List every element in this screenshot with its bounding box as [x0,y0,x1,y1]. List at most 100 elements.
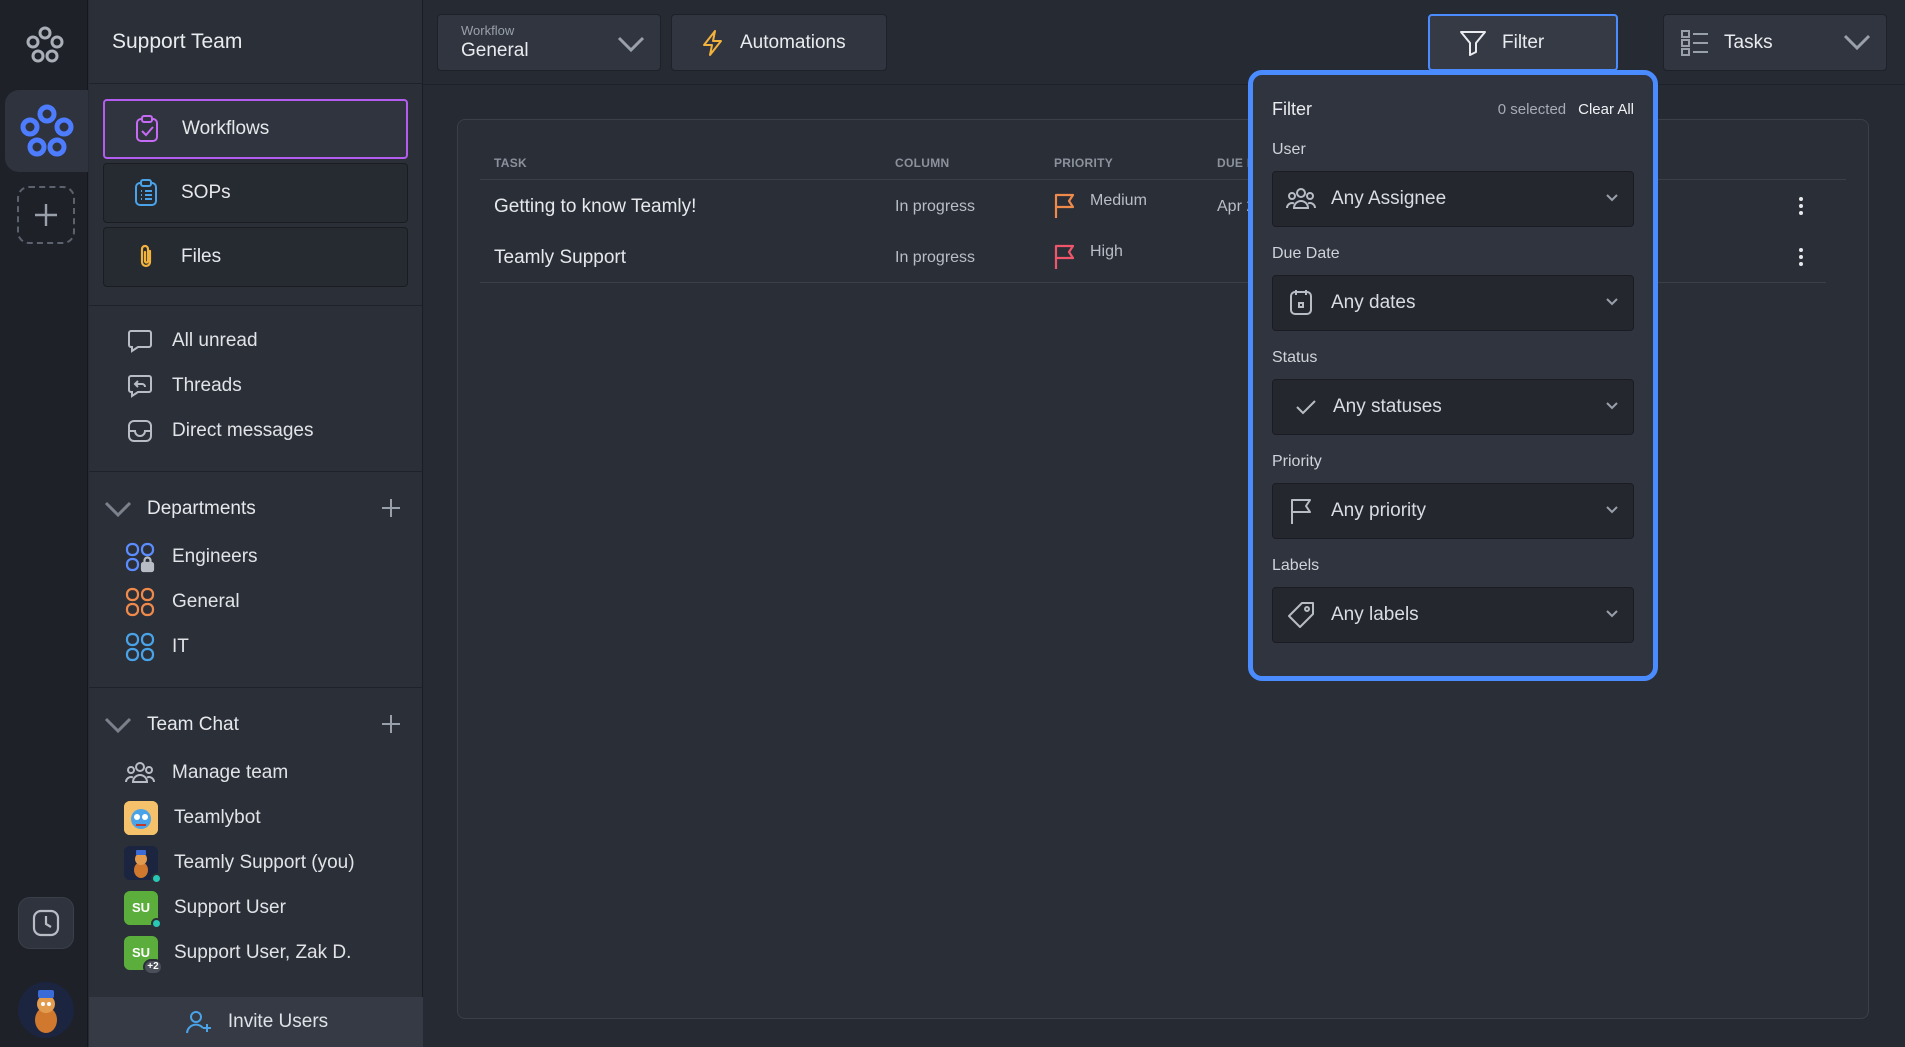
nav-label: Support User [174,896,286,918]
more-options-icon[interactable] [1798,196,1804,216]
automations-button[interactable]: Automations [671,14,887,71]
flag-icon [1054,193,1075,218]
department-engineers[interactable]: Engineers [89,534,422,579]
more-options-icon[interactable] [1798,247,1804,267]
header-task[interactable]: TASK [494,156,527,170]
people-icon [124,757,156,789]
inbox-section: All unread Threads Direct messages [89,306,422,453]
chat-teamly-support[interactable]: Teamly Support (you) [89,840,422,885]
selected-count: 0 selected [1497,100,1567,118]
online-indicator [151,872,162,884]
filter-header: Filter 0 selected Clear All [1272,95,1634,123]
paperclip-icon [129,240,163,274]
online-indicator [151,917,162,929]
filter-user-select[interactable]: Any Assignee [1272,171,1634,227]
clipboard-list-icon [129,176,163,210]
task-name[interactable]: Getting to know Teamly! [494,196,696,218]
workflow-select[interactable]: Workflow General [437,14,661,71]
view-label: Tasks [1724,31,1773,53]
nav-label: IT [172,635,189,657]
departments-section: Departments Engineers General IT [89,472,422,669]
chevron-down-icon [1606,402,1618,410]
nav-threads[interactable]: Threads [89,363,422,408]
chevron-down-icon [104,501,132,518]
filter-labels-select[interactable]: Any labels [1272,587,1634,643]
lightning-icon [703,29,722,56]
chevron-down-icon [1606,298,1618,306]
add-user-icon [185,1011,211,1034]
filter-due-label: Due Date [1272,245,1340,262]
nav-files[interactable]: Files [103,227,408,287]
automations-label: Automations [740,31,846,53]
user-avatar[interactable] [18,982,74,1038]
filter-priority-value: Any priority [1331,500,1427,521]
chat-teamlybot[interactable]: Teamlybot [89,795,422,840]
nav-direct-messages[interactable]: Direct messages [89,408,422,453]
chat-group-support-zak[interactable]: SU +2 Support User, Zak D. [89,930,422,975]
flag-icon [1291,499,1311,524]
nav-label: Teamlybot [174,806,261,828]
support-avatar [124,845,162,884]
invite-label: Invite Users [227,1011,329,1032]
check-icon [1296,400,1316,415]
clock-button[interactable] [18,897,74,949]
team-chat-section: Team Chat Manage team Teamlybot Teamly S… [89,688,422,975]
nav-label: Threads [172,374,242,396]
add-chat-icon[interactable] [380,713,402,735]
clock-icon [32,909,60,937]
task-priority: High [1052,243,1123,271]
department-it[interactable]: IT [89,624,422,669]
filter-due-select[interactable]: Any dates [1272,275,1634,331]
chat-support-user[interactable]: SU Support User [89,885,422,930]
nav-label: Teamly Support (you) [174,851,355,873]
inbox-icon [124,415,156,447]
teamly-logo-icon[interactable] [24,24,66,66]
nav-label: General [172,590,240,612]
nav-all-unread[interactable]: All unread [89,318,422,363]
filter-button[interactable]: Filter [1428,14,1618,71]
nav-label: All unread [172,329,258,351]
nav-sops[interactable]: SOPs [103,163,408,223]
nav-label: SOPs [181,182,231,203]
filter-dropdown: Filter 0 selected Clear All User Any Ass… [1248,70,1658,681]
nav-label: Engineers [172,545,258,567]
filter-due-value: Any dates [1331,292,1416,313]
nav-label: Direct messages [172,419,314,441]
chat-bubble-icon [124,325,156,357]
workspace-logo-icon [20,104,73,157]
clear-all-button[interactable]: Clear All [1578,101,1634,118]
department-general[interactable]: General [89,579,422,624]
top-bar: Workflow General Automations Filter Task… [423,0,1905,85]
clipboard-check-icon [130,112,164,146]
chevron-down-icon [1606,194,1618,202]
team-chat-header[interactable]: Team Chat [89,700,422,750]
header-column[interactable]: COLUMN [895,156,949,170]
plus-icon [35,204,57,226]
filter-labels-label: Labels [1272,557,1320,574]
add-workspace-button[interactable] [17,186,75,244]
nav-label: Manage team [172,761,289,783]
nav-label: Support User, Zak D. [174,941,352,963]
filter-status-select[interactable]: Any statuses [1272,379,1634,435]
workspace-rail [0,0,88,1047]
task-name[interactable]: Teamly Support [494,247,626,269]
view-select[interactable]: Tasks [1663,14,1887,71]
group-title: Team Chat [147,714,239,735]
chat-manage-team[interactable]: Manage team [89,750,422,795]
nav-workflows[interactable]: Workflows [103,99,408,159]
task-column: In progress [895,198,976,215]
filter-funnel-icon [1460,30,1486,56]
filter-status-value: Any statuses [1333,396,1442,417]
chevron-down-icon [1606,506,1618,514]
add-department-icon[interactable] [380,497,402,519]
nav-label: Files [181,246,222,267]
invite-users-button[interactable]: Invite Users [89,997,423,1047]
workspace-support-team[interactable] [5,90,88,172]
department-lock-icon [124,541,156,573]
filter-title: Filter [1272,98,1312,119]
filter-priority-select[interactable]: Any priority [1272,483,1634,539]
sidebar: Support Team Workflows SOPs Files All un… [89,0,423,1047]
departments-header[interactable]: Departments [89,484,422,534]
header-priority[interactable]: PRIORITY [1054,156,1113,170]
calendar-icon [1290,290,1312,315]
